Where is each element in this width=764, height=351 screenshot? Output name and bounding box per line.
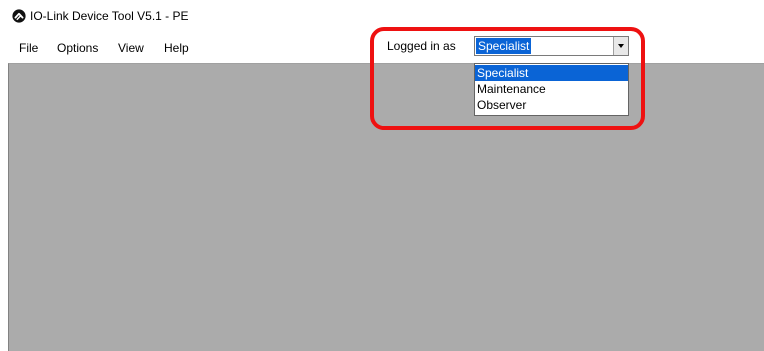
menu-file[interactable]: File: [19, 41, 38, 55]
main-workspace: [8, 63, 764, 351]
chevron-down-icon: [618, 44, 624, 48]
user-role-select[interactable]: Specialist: [474, 36, 629, 56]
title-bar: IO-Link Device Tool V5.1 - PE: [0, 0, 764, 34]
role-option-observer[interactable]: Observer: [475, 97, 628, 113]
menu-bar: File Options View Help: [0, 34, 764, 63]
login-label: Logged in as: [387, 39, 456, 53]
app-logo-icon: [12, 9, 26, 23]
menu-help[interactable]: Help: [164, 41, 189, 55]
window-title: IO-Link Device Tool V5.1 - PE: [30, 9, 189, 23]
dropdown-button[interactable]: [613, 37, 628, 55]
menu-view[interactable]: View: [118, 41, 144, 55]
menu-options[interactable]: Options: [57, 41, 98, 55]
user-role-selected-value: Specialist: [476, 38, 532, 54]
role-option-maintenance[interactable]: Maintenance: [475, 81, 628, 97]
role-option-specialist[interactable]: Specialist: [475, 65, 628, 81]
user-role-dropdown-list: Specialist Maintenance Observer: [474, 63, 629, 116]
